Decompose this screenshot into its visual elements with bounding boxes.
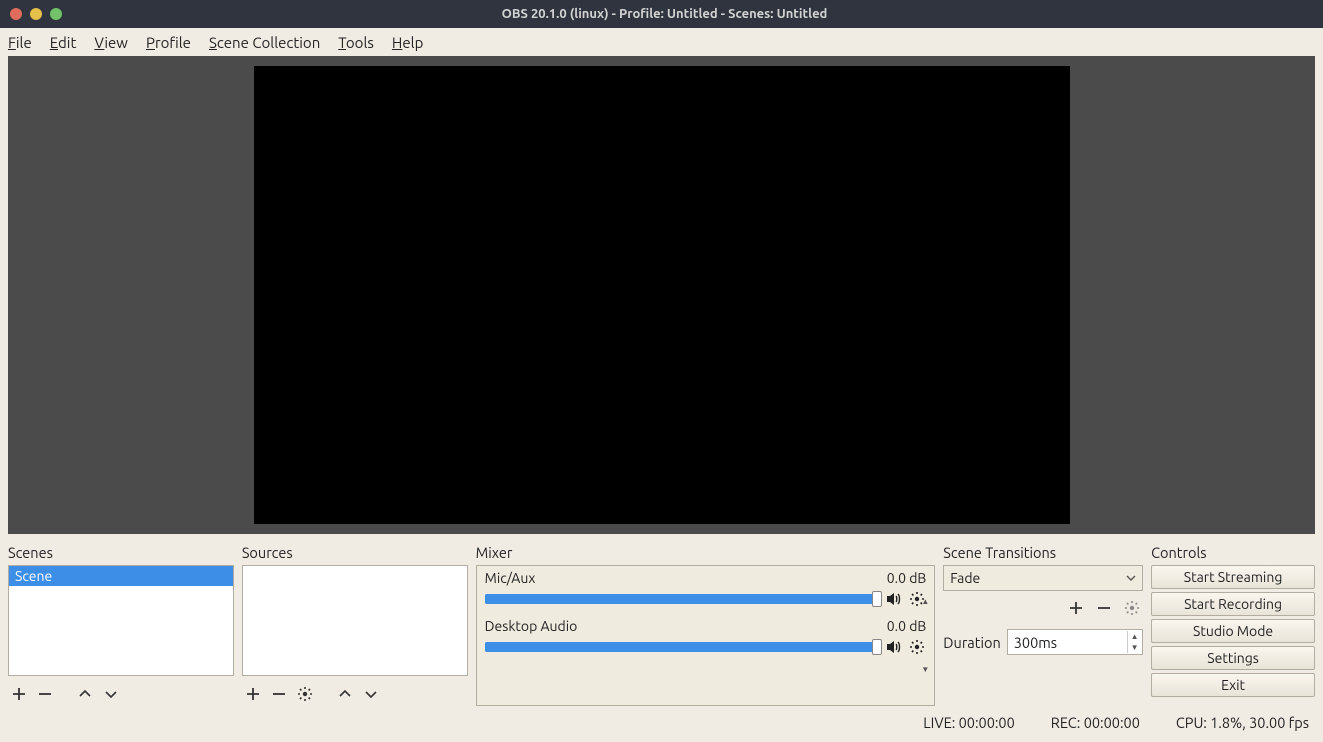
preview-canvas (254, 66, 1070, 524)
up-icon[interactable] (74, 683, 96, 705)
remove-icon[interactable] (1093, 597, 1115, 619)
sources-title: Sources (242, 544, 468, 561)
preview-area[interactable] (8, 56, 1315, 534)
menu-profile[interactable]: Profile (146, 34, 191, 51)
down-icon[interactable] (360, 683, 382, 705)
controls-panel: Controls Start Streaming Start Recording… (1151, 544, 1315, 706)
status-bar: LIVE: 00:00:00 REC: 00:00:00 CPU: 1.8%, … (0, 710, 1323, 734)
menu-help[interactable]: Help (392, 34, 423, 51)
mixer-title: Mixer (476, 544, 936, 561)
track-name: Mic/Aux (485, 570, 536, 586)
sources-list[interactable] (242, 565, 468, 676)
transition-select[interactable]: Fade (943, 565, 1143, 591)
track-name: Desktop Audio (485, 618, 578, 634)
mixer-track: Mic/Aux 0.0 dB (485, 570, 927, 608)
scenes-list[interactable]: Scene (8, 565, 234, 676)
menu-file[interactable]: File (8, 34, 32, 51)
mixer-panel: Mixer Mic/Aux 0.0 dB Desktop Audio 0.0 d… (476, 544, 936, 706)
sources-panel: Sources (242, 544, 468, 706)
scenes-toolbar (8, 676, 234, 706)
scene-item[interactable]: Scene (9, 566, 233, 586)
menu-scene-collection[interactable]: Scene Collection (209, 34, 320, 51)
sources-toolbar (242, 676, 468, 706)
duration-input[interactable]: 300ms ▲▼ (1007, 629, 1143, 655)
speaker-icon[interactable] (884, 590, 902, 608)
menubar: File Edit View Profile Scene Collection … (0, 28, 1323, 56)
remove-icon[interactable] (34, 683, 56, 705)
transitions-title: Scene Transitions (943, 544, 1143, 561)
status-rec: REC: 00:00:00 (1051, 714, 1140, 731)
titlebar: OBS 20.1.0 (linux) - Profile: Untitled -… (0, 0, 1323, 28)
mixer-scroll[interactable]: ▲▼ (918, 568, 932, 703)
up-icon[interactable] (334, 683, 356, 705)
gear-icon[interactable] (1121, 597, 1143, 619)
status-live: LIVE: 00:00:00 (923, 714, 1015, 731)
studio-mode-button[interactable]: Studio Mode (1151, 619, 1315, 643)
add-icon[interactable] (1065, 597, 1087, 619)
transitions-panel: Scene Transitions Fade Duration 300ms ▲▼ (943, 544, 1143, 706)
volume-slider[interactable] (485, 642, 879, 652)
speaker-icon[interactable] (884, 638, 902, 656)
settings-button[interactable]: Settings (1151, 646, 1315, 670)
start-streaming-button[interactable]: Start Streaming (1151, 565, 1315, 589)
menu-view[interactable]: View (94, 34, 128, 51)
transition-value: Fade (950, 570, 980, 586)
volume-slider[interactable] (485, 594, 879, 604)
menu-edit[interactable]: Edit (50, 34, 77, 51)
duration-value: 300ms (1014, 634, 1057, 651)
mixer-box: Mic/Aux 0.0 dB Desktop Audio 0.0 dB (476, 565, 936, 706)
add-icon[interactable] (242, 683, 264, 705)
exit-button[interactable]: Exit (1151, 673, 1315, 697)
duration-spinner[interactable]: ▲▼ (1127, 631, 1141, 653)
start-recording-button[interactable]: Start Recording (1151, 592, 1315, 616)
gear-icon[interactable] (294, 683, 316, 705)
down-icon[interactable] (100, 683, 122, 705)
scenes-panel: Scenes Scene (8, 544, 234, 706)
scenes-title: Scenes (8, 544, 234, 561)
remove-icon[interactable] (268, 683, 290, 705)
mixer-track: Desktop Audio 0.0 dB (485, 618, 927, 656)
menu-tools[interactable]: Tools (338, 34, 374, 51)
controls-title: Controls (1151, 544, 1315, 561)
chevron-down-icon (1126, 573, 1136, 583)
add-icon[interactable] (8, 683, 30, 705)
status-cpu: CPU: 1.8%, 30.00 fps (1176, 714, 1309, 731)
window-title: OBS 20.1.0 (linux) - Profile: Untitled -… (16, 7, 1313, 21)
duration-label: Duration (943, 634, 1000, 651)
